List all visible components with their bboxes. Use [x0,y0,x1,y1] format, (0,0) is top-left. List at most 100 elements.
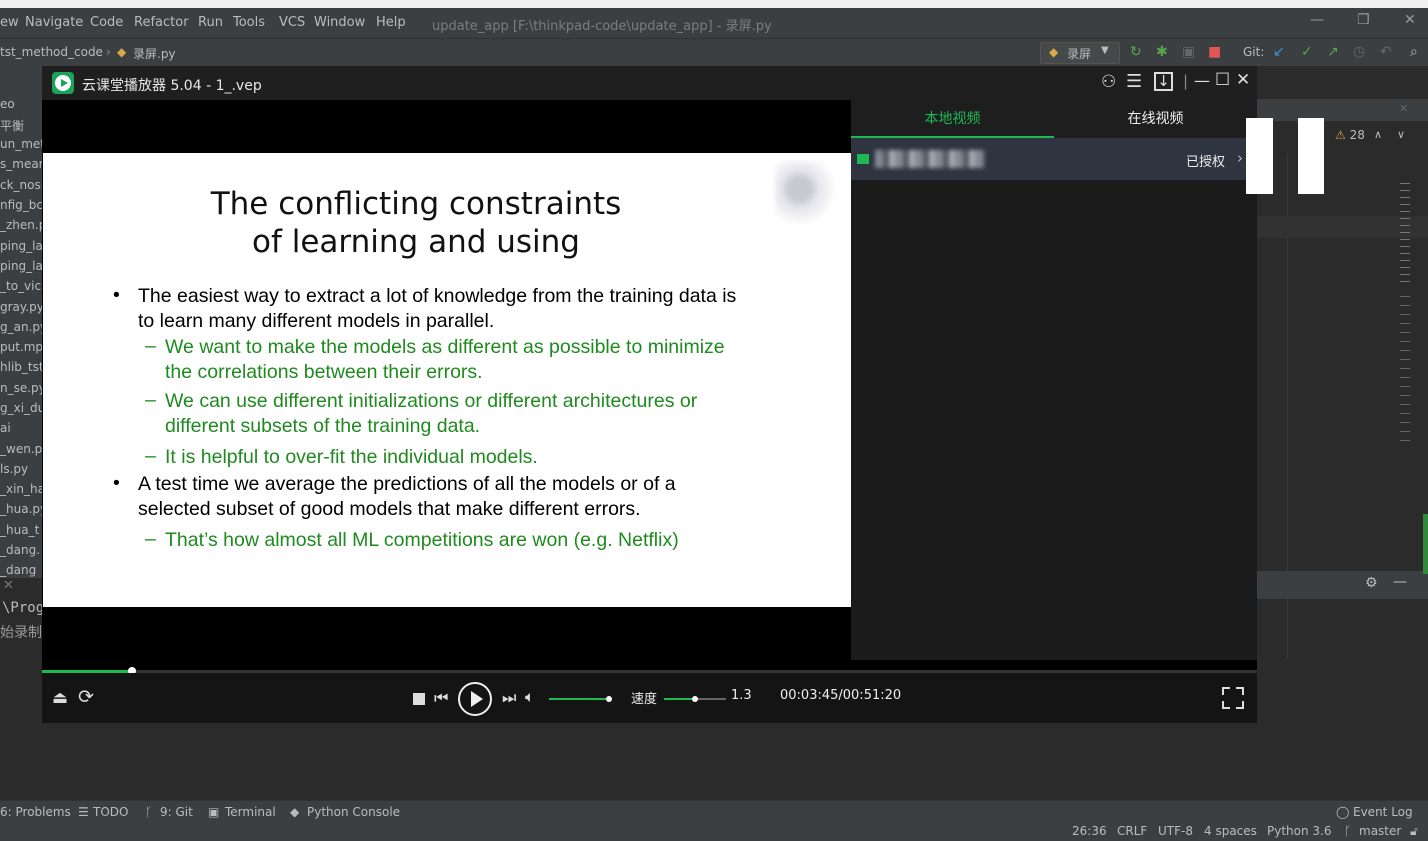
project-file[interactable]: put.mp [0,340,42,354]
project-file[interactable]: _hua.py [0,502,42,516]
playlist-icon[interactable]: ☰ [1126,71,1142,92]
speed-slider[interactable] [664,696,726,702]
git-history-icon[interactable]: ◷ [1353,44,1365,60]
project-file[interactable]: nfig_bck [0,198,42,212]
python-interpreter[interactable]: Python 3.6 [1267,824,1332,838]
close-icon[interactable]: ✕ [1236,70,1250,90]
project-file[interactable]: _dang [0,563,36,577]
gear-icon[interactable]: ⚙ [1365,575,1378,591]
run-config-dropdown[interactable]: ◆ 录屏 ▼ [1040,42,1120,64]
speed-fill [664,698,695,700]
project-file[interactable]: ai [0,421,11,435]
menu-help[interactable]: Help [376,15,406,30]
menu-run[interactable]: Run [198,15,223,30]
close-icon[interactable]: ✕ [1404,12,1416,28]
volume-slider[interactable] [549,696,612,702]
project-file[interactable]: _xin_ha [0,482,42,496]
tab-online-video[interactable]: 在线视频 [1054,100,1257,138]
tab-local-video[interactable]: 本地视频 [851,100,1054,138]
tab-terminal[interactable]: Terminal [225,805,276,819]
project-file[interactable]: ping_la [0,259,42,273]
project-file[interactable]: ping_la [0,239,42,253]
user-icon[interactable]: ⚇ [1101,72,1116,92]
minimize-icon[interactable]: — [1310,12,1324,28]
project-file[interactable]: _wen.p [0,442,42,456]
warning-indicator[interactable]: ⚠ 28 [1335,128,1365,142]
previous-icon[interactable]: ⏮ [434,688,448,708]
video-player-window: 云课堂播放器 5.04 - 1_.vep ⚇ ☰ ↓ | — ☐ ✕ The c… [42,66,1324,723]
eject-icon[interactable]: ⏏ [52,688,68,708]
chevron-up-icon[interactable]: ∧ [1374,128,1382,141]
breadcrumb-folder[interactable]: tst_method_code [0,45,103,59]
project-file[interactable]: 平衡 [0,117,24,134]
project-file[interactable]: _hua_t [0,523,39,537]
git-commit-icon[interactable]: ✓ [1301,44,1313,60]
volume-icon[interactable]: 🔈︎ [525,687,535,707]
stop-icon[interactable] [413,693,425,705]
menu-window[interactable]: Window [314,15,365,30]
menu-vcs[interactable]: VCS [279,15,305,30]
caret-position[interactable]: 26:36 [1072,824,1107,838]
loop-icon[interactable]: ⟳ [78,686,94,708]
lock-icon[interactable]: 🔓︎ [1410,824,1418,839]
coverage-icon[interactable]: ▣ [1182,44,1195,60]
fullscreen-icon[interactable] [1222,687,1244,709]
chevron-down-icon[interactable]: ∨ [1397,128,1405,141]
project-file[interactable]: s_mear [0,157,42,171]
git-branch[interactable]: master [1359,824,1401,838]
tab-close-icon[interactable]: ✕ [1399,102,1408,115]
project-file[interactable]: n_se.py [0,381,42,395]
indent-setting[interactable]: 4 spaces [1204,824,1257,838]
project-file[interactable]: g_an.py [0,320,42,334]
menu-tools[interactable]: Tools [233,15,265,30]
bullet-line: the correlations between their errors. [165,361,483,383]
search-icon[interactable]: ⌕ [1410,44,1418,60]
project-file[interactable]: _dang. [0,543,40,557]
menu-navigate[interactable]: Navigate [25,15,83,30]
project-file[interactable]: _to_vic [0,279,41,293]
project-file[interactable]: g_xi_du [0,401,42,415]
next-icon[interactable]: ⏭ [502,688,516,708]
project-file[interactable]: ls.py [0,462,28,476]
video-frame-slide[interactable]: The conflicting constraints of learning … [43,153,851,607]
speed-knob[interactable] [692,696,698,702]
playlist-item[interactable]: 已授权 › [851,138,1257,180]
menu-refactor[interactable]: Refactor [134,15,189,30]
debug-icon[interactable]: ✱ [1156,44,1168,60]
file-encoding[interactable]: UTF-8 [1158,824,1193,838]
blurred-item-name [875,150,985,168]
sub-bullet-2: We can use different initializations or … [165,389,697,439]
breadcrumb-file[interactable]: 录屏.py [133,45,176,62]
git-update-icon[interactable]: ↙ [1273,44,1285,60]
bullet-line: It is helpful to over-fit the individual… [165,446,538,468]
tab-python-console[interactable]: Python Console [307,805,400,819]
project-file[interactable]: eo [0,97,15,111]
tab-git[interactable]: 9: Git [160,805,193,819]
volume-knob[interactable] [606,696,612,702]
maximize-icon[interactable]: ☐ [1215,70,1230,90]
rerun-icon[interactable]: ↻ [1130,44,1142,60]
chevron-right-icon[interactable]: › [1237,149,1243,167]
tab-problems[interactable]: 6: Problems [0,805,71,819]
git-push-icon[interactable]: ↗ [1327,44,1339,60]
restore-icon[interactable]: ❐ [1357,12,1370,28]
bullet-line: A test time we average the predictions o… [138,473,676,495]
event-log[interactable]: Event Log [1353,805,1413,819]
editor-tab-strip: ✕ [1257,99,1428,121]
project-file[interactable]: _zhen.p [0,218,42,232]
git-rollback-icon[interactable]: ↶ [1380,44,1392,60]
console-close-icon[interactable]: ✕ [3,578,14,593]
menu-code[interactable]: Code [90,15,123,30]
project-file[interactable]: gray.py [0,300,42,314]
project-file[interactable]: un_met [0,137,42,151]
project-file[interactable]: hlib_tst [0,360,42,374]
play-button[interactable] [458,682,492,716]
hide-icon[interactable]: — [1393,574,1407,590]
line-separator[interactable]: CRLF [1117,824,1147,838]
menu-view[interactable]: ew [0,15,19,30]
download-icon[interactable]: ↓ [1154,72,1173,91]
stop-icon[interactable]: ■ [1208,44,1221,60]
tab-todo[interactable]: TODO [93,805,128,819]
project-file[interactable]: ck_nosi [0,178,42,192]
minimize-icon[interactable]: — [1194,71,1210,90]
